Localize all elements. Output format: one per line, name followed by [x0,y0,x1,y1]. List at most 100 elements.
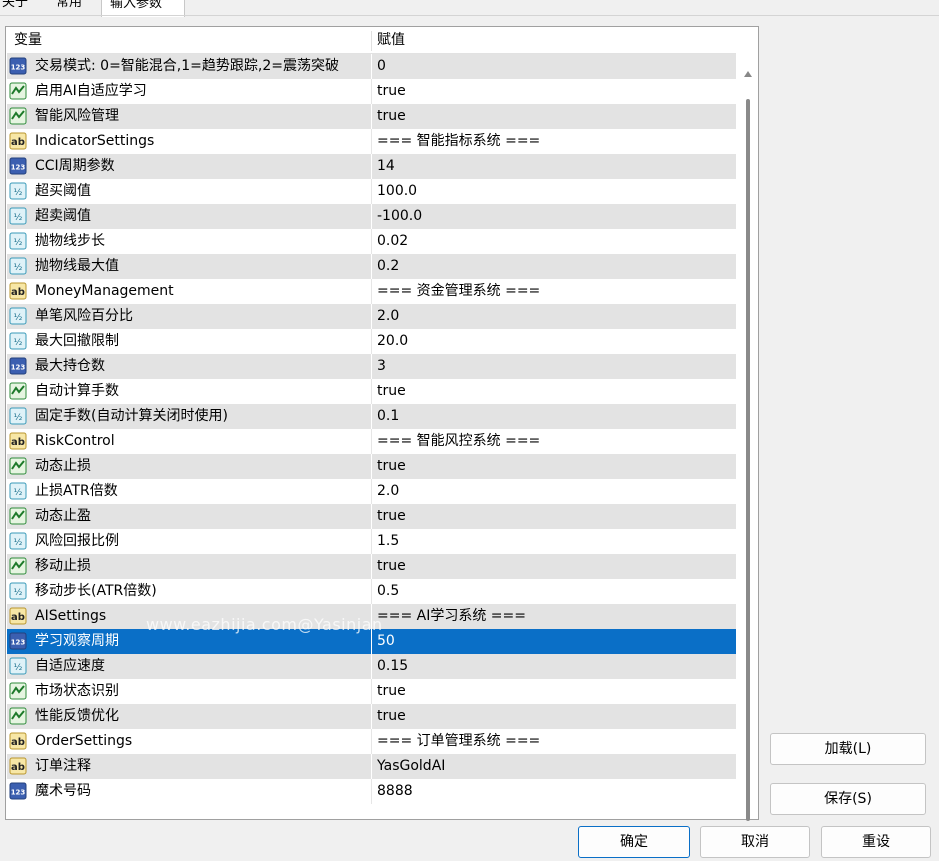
table-row[interactable]: 123 魔术号码 8888 [7,779,736,804]
ok-button[interactable]: 确定 [578,826,690,858]
column-header-variable[interactable]: 变量 [14,28,42,53]
parameter-name: AISettings [35,608,107,624]
table-row[interactable]: 123 CCI周期参数 14 [7,154,736,179]
svg-text:½: ½ [14,188,23,198]
bool-icon [9,382,27,400]
parameter-value[interactable]: 0.15 [377,654,408,679]
svg-text:123: 123 [11,364,26,372]
parameter-value[interactable]: === AI学习系统 === [377,604,526,629]
save-button[interactable]: 保存(S) [770,783,926,815]
parameter-value[interactable]: true [377,679,406,704]
parameter-value[interactable]: === 智能风控系统 === [377,429,540,454]
parameter-value[interactable]: true [377,79,406,104]
tab-about[interactable]: 关于 [0,0,38,14]
table-row[interactable]: ½ 自适应速度 0.15 [7,654,736,679]
table-row[interactable]: 自动计算手数 true [7,379,736,404]
cell-divider [371,729,372,754]
svg-text:ab: ab [11,437,25,448]
column-header-value[interactable]: 赋值 [377,28,405,53]
parameter-name: 智能风险管理 [35,108,119,124]
table-row[interactable]: ab RiskControl === 智能风控系统 === [7,429,736,454]
table-row[interactable]: ½ 移动步长(ATR倍数) 0.5 [7,579,736,604]
parameter-value[interactable]: true [377,704,406,729]
table-row[interactable]: 动态止盈 true [7,504,736,529]
bool-icon [9,682,27,700]
table-row[interactable]: 性能反馈优化 true [7,704,736,729]
load-button[interactable]: 加载(L) [770,733,926,765]
parameter-value[interactable]: 8888 [377,779,413,804]
table-row[interactable]: ab OrderSettings === 订单管理系统 === [7,729,736,754]
parameter-value[interactable]: 100.0 [377,179,417,204]
double-icon: ½ [9,582,27,600]
parameter-name: 抛物线最大值 [35,258,119,274]
table-row[interactable]: ½ 止损ATR倍数 2.0 [7,479,736,504]
parameter-name: 最大持仓数 [35,358,105,374]
table-row[interactable]: ab MoneyManagement === 资金管理系统 === [7,279,736,304]
parameter-name: 超卖阈值 [35,208,91,224]
table-row[interactable]: ½ 固定手数(自动计算关闭时使用) 0.1 [7,404,736,429]
cell-divider [371,579,372,604]
parameter-name: MoneyManagement [35,283,174,299]
string-icon: ab [9,607,27,625]
svg-text:½: ½ [14,313,23,323]
double-icon: ½ [9,332,27,350]
parameter-value[interactable]: === 智能指标系统 === [377,129,540,154]
table-row[interactable]: ½ 超买阈值 100.0 [7,179,736,204]
bool-icon [9,457,27,475]
parameter-value[interactable]: 0 [377,54,386,79]
table-row[interactable]: ½ 最大回撤限制 20.0 [7,329,736,354]
cancel-button[interactable]: 取消 [700,826,810,858]
table-row[interactable]: ½ 抛物线最大值 0.2 [7,254,736,279]
parameter-value[interactable]: true [377,554,406,579]
parameter-value[interactable]: 2.0 [377,304,399,329]
int-icon: 123 [9,632,27,650]
parameter-value[interactable]: true [377,379,406,404]
parameter-value[interactable]: true [377,454,406,479]
scroll-up-arrow-icon[interactable] [744,71,752,77]
scrollbar-thumb[interactable] [746,99,750,821]
table-row[interactable]: 123 交易模式: 0=智能混合,1=趋势跟踪,2=震荡突破 0 [7,54,736,79]
parameter-value[interactable]: 0.5 [377,579,399,604]
string-icon: ab [9,282,27,300]
vertical-scrollbar[interactable] [744,71,752,825]
table-row[interactable]: ½ 抛物线步长 0.02 [7,229,736,254]
table-row[interactable]: 智能风险管理 true [7,104,736,129]
parameter-value[interactable]: 0.02 [377,229,408,254]
table-row[interactable]: ab 订单注释 YasGoldAI [7,754,736,779]
parameter-name: IndicatorSettings [35,133,155,149]
int-icon: 123 [9,157,27,175]
parameter-value[interactable]: 3 [377,354,386,379]
parameter-value[interactable]: 2.0 [377,479,399,504]
reset-button[interactable]: 重设 [821,826,931,858]
tab-common[interactable]: 常用 [48,0,100,14]
column-divider[interactable] [371,31,372,51]
cell-divider [371,504,372,529]
svg-text:ab: ab [11,287,25,298]
parameter-value[interactable]: true [377,504,406,529]
parameter-value[interactable]: 14 [377,154,395,179]
cell-divider [371,779,372,804]
parameter-value[interactable]: === 订单管理系统 === [377,729,540,754]
cell-divider [371,529,372,554]
table-row[interactable]: 移动止损 true [7,554,736,579]
parameter-value[interactable]: === 资金管理系统 === [377,279,540,304]
parameter-name: RiskControl [35,433,115,449]
parameter-name: 移动止损 [35,558,91,574]
parameter-value[interactable]: -100.0 [377,204,422,229]
parameter-name: 自适应速度 [35,658,105,674]
parameter-value[interactable]: YasGoldAI [377,754,445,779]
table-row[interactable]: ½ 超卖阈值 -100.0 [7,204,736,229]
parameter-value[interactable]: 1.5 [377,529,399,554]
table-row[interactable]: 动态止损 true [7,454,736,479]
table-row[interactable]: 启用AI自适应学习 true [7,79,736,104]
parameter-value[interactable]: 0.1 [377,404,399,429]
table-row[interactable]: 市场状态识别 true [7,679,736,704]
table-row[interactable]: ½ 风险回报比例 1.5 [7,529,736,554]
table-row[interactable]: 123 最大持仓数 3 [7,354,736,379]
parameter-value[interactable]: 20.0 [377,329,408,354]
parameter-value[interactable]: 0.2 [377,254,399,279]
parameter-value[interactable]: true [377,104,406,129]
table-row[interactable]: ab IndicatorSettings === 智能指标系统 === [7,129,736,154]
cell-divider [371,754,372,779]
table-row[interactable]: ½ 单笔风险百分比 2.0 [7,304,736,329]
